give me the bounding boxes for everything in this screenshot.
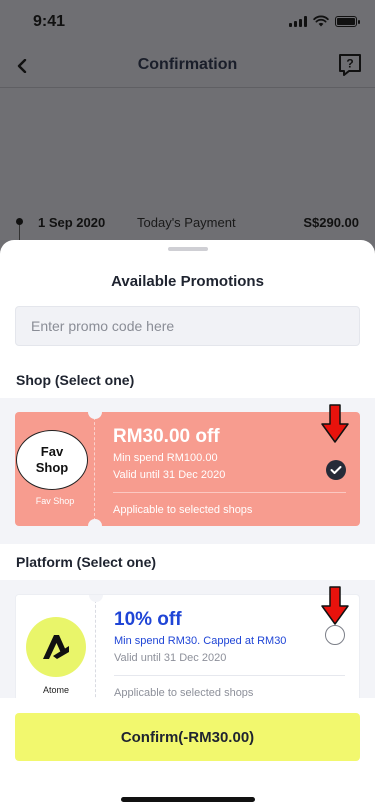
question-chat-icon: ? (339, 54, 361, 76)
payment-label: Today's Payment (137, 215, 236, 230)
coupon-stub: Atome (16, 595, 96, 707)
offer-title: RM30.00 off (113, 426, 220, 447)
confirm-button[interactable]: Confirm(-RM30.00) (15, 713, 360, 761)
wifi-icon (313, 15, 329, 27)
offer-validity: Valid until 31 Dec 2020 (113, 469, 226, 481)
promo-code-input[interactable] (15, 306, 360, 346)
checkmark-icon (330, 466, 342, 474)
offer-applicability: Applicable to selected shops (113, 504, 253, 516)
payment-amount: S$290.00 (303, 215, 359, 230)
shop-section-title: Shop (Select one) (0, 362, 375, 398)
coupon-divider (113, 492, 346, 493)
sheet-title: Available Promotions (111, 273, 264, 290)
status-bar: 9:41 (0, 0, 375, 44)
cellular-signal-icon (289, 15, 307, 27)
coupon-select-radio-checked[interactable] (326, 460, 346, 480)
svg-text:?: ? (346, 57, 353, 71)
offer-min-spend: Min spend RM100.00 (113, 452, 218, 464)
status-time: 9:41 (33, 13, 66, 30)
offer-min-spend: Min spend RM30. Capped at RM30 (114, 635, 287, 647)
atome-logo-icon (26, 617, 86, 677)
timeline-dot (16, 218, 23, 225)
sheet-footer: Confirm(-RM30.00) (0, 698, 375, 812)
platform-section-title: Platform (Select one) (0, 544, 375, 580)
coupon-divider (114, 675, 345, 676)
page-title: Confirmation (137, 56, 238, 73)
payment-schedule-row: 1 Sep 2020 Today's Payment S$290.00 (0, 210, 375, 245)
merchant-logo: Fav Shop (16, 430, 88, 490)
help-button[interactable]: ? (337, 52, 363, 78)
payment-date: 1 Sep 2020 (38, 215, 106, 230)
red-arrow-annotation-icon (321, 404, 349, 443)
promotions-sheet: Available Promotions Shop (Select one) F… (0, 240, 375, 812)
battery-icon (335, 15, 360, 27)
status-icons (289, 15, 360, 27)
platform-coupon-card[interactable]: Atome 10% off Min spend RM30. Capped at … (15, 594, 360, 708)
sheet-grabber[interactable] (168, 247, 208, 251)
ticket-notch (89, 595, 103, 602)
offer-validity: Valid until 31 Dec 2020 (114, 652, 227, 664)
red-arrow-annotation-icon (321, 586, 349, 625)
coupon-select-radio-unchecked[interactable] (325, 625, 345, 645)
nav-header: Confirmation ? (0, 44, 375, 88)
ticket-notch (88, 519, 102, 526)
shop-coupon-card[interactable]: Fav Shop Fav Shop RM30.00 off Min spend … (15, 412, 360, 526)
coupon-stub: Fav Shop Fav Shop (15, 412, 95, 526)
home-indicator (121, 797, 255, 802)
offer-title: 10% off (114, 609, 182, 630)
merchant-name: Fav Shop (35, 496, 75, 506)
merchant-name: Atome (42, 685, 69, 695)
